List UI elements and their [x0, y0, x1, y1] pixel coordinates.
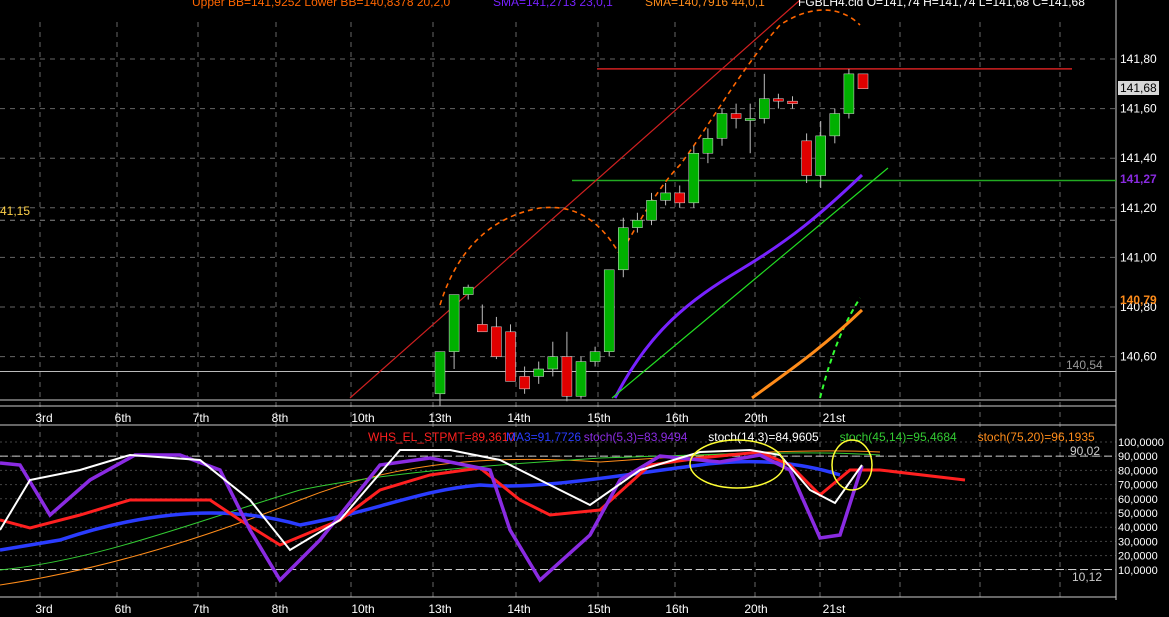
candle-body-27: [815, 135, 826, 176]
sma1-header: SMA=141,2713 23,0,1: [493, 0, 613, 9]
price-tick-label-2: 141,40: [1120, 151, 1157, 165]
candle-body-19: [702, 138, 714, 154]
ohlc-header: FGBLH4.cld O=141,74 H=141,74 L=141,68 C=…: [798, 0, 1085, 9]
x-label-bottom-9: 20th: [744, 602, 767, 616]
x-label-bottom-8: 16th: [665, 602, 688, 616]
x-label-bottom-3: 8th: [272, 602, 289, 616]
osc-tick-label-3: 70,0000: [1118, 480, 1158, 492]
candle-body-18: [688, 152, 700, 204]
x-label-bottom-7: 15th: [587, 602, 610, 616]
x-label-bottom-10: 21st: [823, 602, 846, 616]
candle-body-5: [505, 331, 516, 382]
candle-body-8: [547, 356, 559, 370]
bollinger-upper-band: [439, 9, 861, 306]
candle-body-29: [843, 73, 855, 114]
candle-body-6: [519, 376, 530, 390]
osc-legend-2: stoch(5,3)=83,9494: [584, 430, 688, 444]
candle-body-7: [533, 368, 544, 377]
x-label-top-9: 20th: [744, 411, 767, 425]
osc-tick-label-5: 50,0000: [1118, 508, 1158, 520]
bollinger-lower-band: [819, 297, 861, 399]
x-label-bottom-2: 7th: [193, 602, 210, 616]
candle-body-3: [477, 324, 488, 333]
candle-body-0: [434, 351, 446, 395]
candle-body-11: [589, 351, 601, 362]
candle-body-25: [787, 100, 798, 104]
candle-body-15: [646, 200, 657, 221]
osc-legend-4: stoch(45,14)=95,4684: [840, 430, 957, 444]
candle-body-1: [448, 294, 460, 352]
candle-body-22: [744, 118, 756, 121]
osc-lower-level-label: 10,12: [1072, 570, 1103, 584]
candle-body-28: [829, 113, 841, 137]
chart-canvas: 141,80141,60141,40141,20141,00140,80140,…: [0, 0, 1164, 616]
osc-tick-label-0: 100,0000: [1118, 437, 1164, 449]
candle-body-12: [603, 269, 615, 352]
osc-tick-label-1: 90,0000: [1118, 451, 1158, 463]
x-label-bottom-6: 14th: [507, 602, 530, 616]
price-tick-label-6: 140,60: [1120, 350, 1157, 364]
osc-tick-label-9: 10,0000: [1118, 565, 1158, 577]
osc-upper-level-label: 90,02: [1070, 444, 1101, 458]
osc-legend-5: stoch(75,20)=96,1935: [978, 430, 1095, 444]
price-tick-label-4: 141,00: [1120, 250, 1157, 264]
x-label-top-6: 14th: [507, 411, 530, 425]
x-label-top-10: 21st: [823, 411, 846, 425]
price-tick-label-1: 141,60: [1120, 102, 1157, 116]
highlight-ellipse-2: [831, 439, 873, 491]
candle-body-23: [759, 98, 770, 119]
x-label-top-5: 13th: [428, 411, 451, 425]
x-label-bottom-1: 6th: [115, 602, 132, 616]
x-label-top-8: 16th: [665, 411, 688, 425]
candle-body-20: [716, 113, 728, 139]
sma1-price-box: 141,27: [1120, 172, 1157, 186]
candle-body-4: [491, 326, 502, 357]
osc-tick-label-6: 40,0000: [1118, 522, 1158, 534]
osc-legend-3: stoch(14,3)=84,9605: [708, 430, 819, 444]
candle-body-9: [561, 356, 573, 397]
last-price-box: 141,68: [1118, 81, 1159, 95]
trend-channel-line: [349, 0, 801, 399]
osc-tick-label-8: 20,0000: [1118, 551, 1158, 563]
x-label-top-0: 3rd: [35, 411, 52, 425]
osc-legend-0: WHS_EL_STPMT=89,3610: [368, 430, 515, 444]
price-tick-label-3: 141,20: [1120, 201, 1157, 215]
x-label-bottom-5: 13th: [428, 602, 451, 616]
candle-body-17: [674, 192, 685, 204]
x-label-bottom-0: 3rd: [35, 602, 52, 616]
candle-body-13: [618, 227, 629, 271]
x-label-top-2: 7th: [193, 411, 210, 425]
candle-body-10: [575, 361, 587, 397]
left-price-label: 41,15: [0, 204, 31, 218]
candle-body-30: [857, 73, 869, 90]
sma2-header: SMA=140,7916 44,0,1: [645, 0, 765, 9]
candle-body-16: [660, 192, 671, 201]
ma3-line: [0, 459, 841, 552]
price-tick-label-0: 141,80: [1120, 52, 1157, 66]
candle-body-26: [801, 140, 812, 176]
osc-tick-label-2: 80,0000: [1118, 465, 1158, 477]
x-label-top-3: 8th: [272, 411, 289, 425]
sma-44-line: [751, 308, 864, 400]
candle-body-2: [462, 286, 474, 295]
sma2-price-box: 140,79: [1120, 293, 1157, 307]
x-label-bottom-4: 10th: [351, 602, 374, 616]
level-label: 140,54: [1066, 358, 1103, 372]
candle-body-21: [730, 113, 742, 119]
candle-body-14: [632, 219, 643, 228]
candle-body-24: [773, 98, 784, 102]
bb-header: Upper BB=141,9252 Lower BB=140,8378 20,2…: [192, 0, 451, 9]
x-label-top-4: 10th: [351, 411, 374, 425]
osc-tick-label-4: 60,0000: [1118, 494, 1158, 506]
x-label-top-1: 6th: [115, 411, 132, 425]
trading-chart: 141,80 141,60 141,40 141,20 141,00 140,80 140,…: [0, 0, 1169, 617]
x-label-top-7: 15th: [587, 411, 610, 425]
osc-legend-1: MA3=91,7726: [506, 430, 581, 444]
stoch-75-20-line: [0, 450, 881, 586]
osc-tick-label-7: 30,0000: [1118, 536, 1158, 548]
